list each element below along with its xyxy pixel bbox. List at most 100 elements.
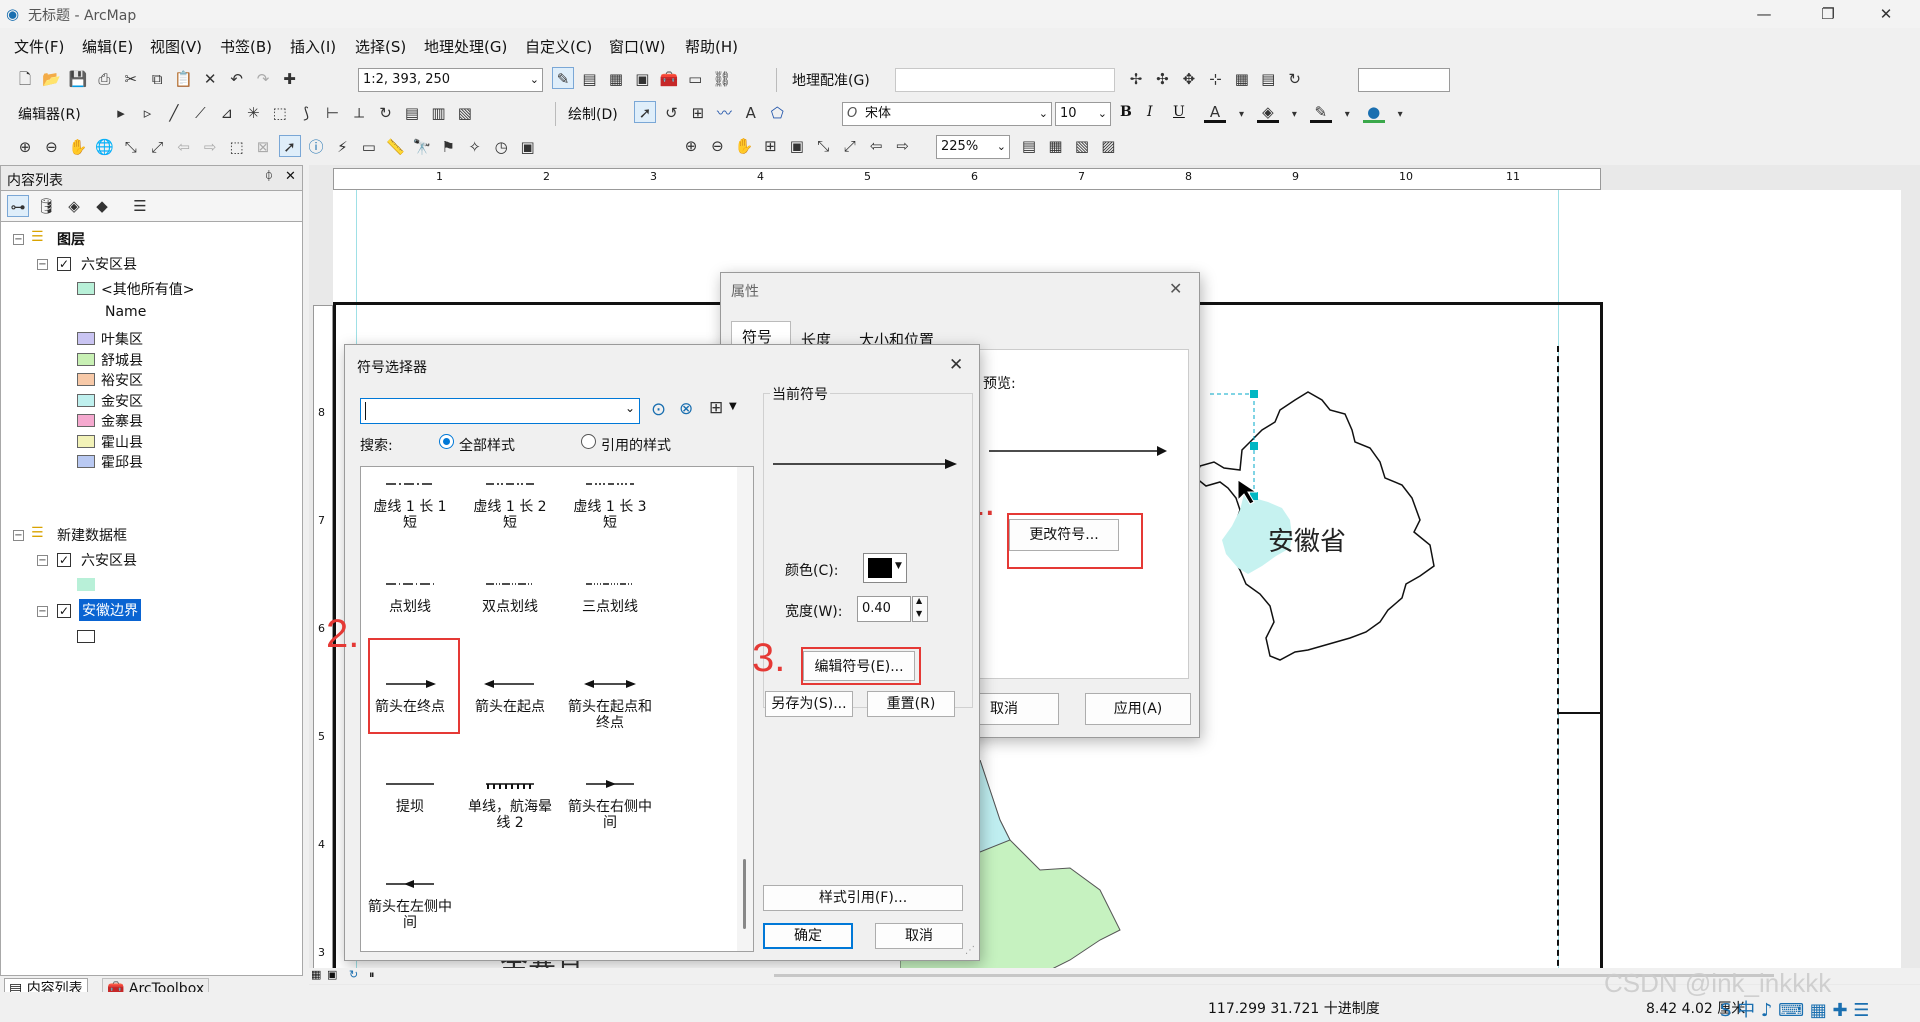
pin-icon[interactable]: ᛰ — [265, 169, 273, 184]
time-slider-icon[interactable]: ◷ — [490, 136, 512, 158]
toc-group-new-frame[interactable]: 新建数据框 — [57, 525, 127, 545]
rotate-icon[interactable]: ↻ — [375, 102, 397, 124]
fill-color-icon[interactable]: ◈ — [1256, 101, 1279, 123]
symbol-tile[interactable]: 提坝 — [365, 773, 455, 863]
go-to-xy-icon[interactable]: ✧ — [464, 136, 486, 158]
new-document-icon[interactable]: 🗋 — [14, 68, 36, 90]
chevron-down-icon[interactable]: ▼ — [729, 401, 737, 412]
attributes-icon[interactable]: ▤ — [401, 102, 423, 124]
editor-toolbar-icon[interactable]: ✎ — [552, 67, 574, 89]
fixed-zoom-in-layout-icon[interactable]: ⤡ — [812, 135, 834, 157]
radio-all-styles-label[interactable]: 全部样式 — [459, 435, 515, 455]
style-references-button[interactable]: 样式引用(F)... — [763, 885, 963, 911]
reset-button[interactable]: 重置(R) — [867, 691, 955, 717]
polygon-tool-icon[interactable]: ⬠ — [766, 102, 788, 124]
endpoint-arc-icon[interactable]: ⟋ — [189, 102, 211, 124]
restore-icon[interactable]: ❐ — [1808, 2, 1848, 26]
collapse-icon[interactable]: − — [13, 234, 24, 245]
georef-tool-4-icon[interactable]: ⊹ — [1204, 68, 1226, 90]
menu-insert[interactable]: 插入(I) — [290, 36, 336, 57]
toc-group-layers[interactable]: 图层 — [57, 229, 85, 249]
font-name-combo[interactable]: O 宋体 ⌄ — [842, 102, 1052, 126]
save-as-button[interactable]: 另存为(S)... — [765, 691, 853, 717]
menu-view[interactable]: 视图(V) — [150, 36, 202, 57]
layout-pan-icon[interactable]: ✋ — [733, 135, 755, 157]
close-icon[interactable]: ✕ — [949, 355, 963, 375]
symbol-cancel-button[interactable]: 取消 — [875, 923, 963, 949]
pan-icon[interactable]: ✋ — [67, 136, 89, 158]
georef-tool-5-icon[interactable]: ▦ — [1231, 68, 1253, 90]
bold-button[interactable]: B — [1120, 104, 1132, 120]
legend-swatch[interactable] — [77, 414, 95, 427]
menu-customize[interactable]: 自定义(C) — [525, 36, 592, 57]
change-layout-icon[interactable]: ▧ — [1071, 135, 1093, 157]
legend-swatch-frame-liuan[interactable] — [77, 578, 95, 591]
resize-grip-icon[interactable]: ⋰ — [965, 945, 975, 956]
collapse-icon[interactable]: − — [37, 606, 48, 617]
previous-extent-icon[interactable]: ⇦ — [865, 135, 887, 157]
fixed-zoom-in-icon[interactable]: ⤡ — [120, 136, 142, 158]
underline-button[interactable]: U — [1173, 104, 1185, 120]
fixed-zoom-out-icon[interactable]: ⤢ — [146, 136, 168, 158]
copy-icon[interactable]: ⧉ — [146, 68, 168, 90]
close-icon[interactable]: ✕ — [1169, 279, 1182, 298]
apply-button[interactable]: 应用(A) — [1085, 693, 1191, 725]
clear-selection-icon[interactable]: ⊠ — [252, 136, 274, 158]
edit-vertices-icon[interactable]: ⬚ — [269, 102, 291, 124]
next-extent-icon[interactable]: ⇨ — [892, 135, 914, 157]
straight-segment-icon[interactable]: ╱ — [163, 102, 185, 124]
close-window-icon[interactable]: ✕ — [1866, 2, 1906, 26]
edit-annotation-icon[interactable]: ▹ — [136, 102, 158, 124]
minimize-icon[interactable]: — — [1744, 2, 1784, 26]
measure-icon[interactable]: 📏 — [384, 136, 406, 158]
menu-edit[interactable]: 编辑(E) — [82, 36, 133, 57]
font-size-combo[interactable]: 10 ⌄ — [1055, 102, 1111, 126]
chevron-down-icon[interactable]: ▾ — [1336, 104, 1358, 126]
menu-bookmarks[interactable]: 书签(B) — [220, 36, 272, 57]
sketch-properties-icon[interactable]: ▥ — [427, 102, 449, 124]
menu-file[interactable]: 文件(F) — [14, 36, 64, 57]
select-elements-icon[interactable]: ➚ — [634, 101, 656, 123]
text-tool-icon[interactable]: A — [740, 102, 762, 124]
symbol-tile[interactable]: 箭头在左侧中间 — [365, 873, 455, 951]
spin-down-icon[interactable]: ▼ — [916, 609, 922, 618]
catalog-icon[interactable]: ▦ — [605, 68, 627, 90]
layout-view-icon[interactable]: ▣ — [327, 968, 337, 981]
fixed-zoom-out-layout-icon[interactable]: ⤢ — [839, 135, 861, 157]
symbol-tile[interactable]: 虚线 1 长 3 短 — [565, 473, 655, 563]
georef-input[interactable] — [1358, 68, 1450, 92]
cut-polygon-icon[interactable]: ⊢ — [322, 102, 344, 124]
find-route-icon[interactable]: ⚑ — [437, 136, 459, 158]
cut-icon[interactable]: ✂ — [120, 68, 142, 90]
symbol-tile[interactable]: 双点划线 — [465, 573, 555, 663]
edit-tool-icon[interactable]: ▸ — [110, 102, 132, 124]
toc-frame-layer-liuan[interactable]: 六安区县 — [81, 550, 137, 570]
trace-icon[interactable]: ⊿ — [216, 102, 238, 124]
spin-up-icon[interactable]: ▲ — [916, 596, 922, 605]
identify-icon[interactable]: ⓘ — [305, 136, 327, 158]
gallery-scrollbar[interactable] — [737, 467, 753, 951]
find-icon[interactable]: 🔭 — [411, 136, 433, 158]
ime-tray[interactable]: S 中 ♪ ⌨ ▦ ✚ ☰ — [1720, 996, 1869, 1022]
search-icon[interactable]: ⊙ — [651, 399, 666, 420]
list-by-visibility-icon[interactable]: ◈ — [63, 195, 85, 217]
map-scale-combo[interactable]: 1:2, 393, 250 ⌄ — [358, 68, 543, 92]
reshape-icon[interactable]: ⟆ — [295, 102, 317, 124]
georeferencing-menu[interactable]: 地理配准(G) — [792, 70, 870, 90]
width-input[interactable]: 0.40 — [857, 596, 911, 622]
hyperlink-icon[interactable]: ⚡ — [331, 136, 353, 158]
layer-visibility-checkbox[interactable]: ✓ — [57, 257, 71, 271]
list-by-drawing-order-icon[interactable]: ⊶ — [7, 195, 29, 217]
python-icon[interactable]: ▭ — [684, 68, 706, 90]
chevron-down-icon[interactable]: ▾ — [1283, 104, 1305, 126]
symbol-tile[interactable]: 虚线 1 长 2 短 — [465, 473, 555, 563]
menu-windows[interactable]: 窗口(W) — [609, 36, 666, 57]
radio-referenced-styles[interactable] — [581, 434, 596, 449]
zoom-whole-page-icon[interactable]: ⊞ — [687, 102, 709, 124]
line-color-icon[interactable]: ✎ — [1309, 101, 1332, 123]
clear-search-icon[interactable]: ⊗ — [679, 399, 693, 419]
create-viewer-window-icon[interactable]: ▣ — [517, 136, 539, 158]
font-color-icon[interactable]: A — [1204, 101, 1226, 123]
add-data-icon[interactable]: ✚ — [279, 68, 301, 90]
menu-geoprocessing[interactable]: 地理处理(G) — [424, 36, 507, 57]
